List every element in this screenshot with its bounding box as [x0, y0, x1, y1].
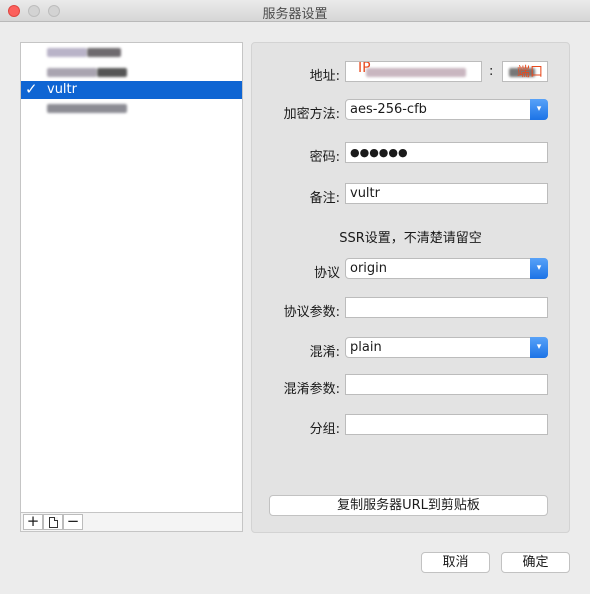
redacted-text — [87, 48, 121, 57]
encryption-value: aes-256-cfb — [350, 102, 427, 117]
redacted-text — [366, 68, 466, 77]
add-server-button[interactable] — [23, 514, 43, 530]
obfs-label: 混淆: — [309, 345, 340, 360]
server-list-item-label: vultr — [47, 82, 77, 97]
ok-button[interactable]: 确定 — [501, 552, 570, 573]
protocol-label: 协议 — [313, 266, 340, 281]
chevron-updown-icon: ▾ — [530, 99, 548, 120]
server-list-item[interactable] — [21, 63, 242, 81]
chevron-updown-icon: ▾ — [530, 337, 548, 358]
group-input[interactable] — [345, 414, 548, 435]
address-input[interactable]: IP — [345, 61, 482, 82]
encryption-label: 加密方法: — [283, 107, 340, 122]
redacted-text — [47, 104, 127, 113]
server-list-item[interactable] — [21, 99, 242, 117]
obfs-select[interactable]: plain ▾ — [345, 337, 548, 358]
plus-icon — [27, 514, 40, 530]
document-icon — [48, 516, 58, 528]
port-input[interactable]: 端口 — [502, 61, 548, 82]
title-bar: 服务器设置 — [0, 0, 590, 22]
server-list-item-selected[interactable]: ✓ vultr — [21, 80, 242, 99]
address-annotation: IP — [358, 61, 371, 76]
password-input[interactable]: ●●●●●● — [345, 142, 548, 163]
redacted-text — [97, 68, 127, 77]
server-list: ✓ vultr — [20, 42, 243, 513]
window-title: 服务器设置 — [262, 7, 328, 22]
server-list-item[interactable] — [21, 43, 242, 61]
remark-input[interactable]: vultr — [345, 183, 548, 204]
duplicate-server-button[interactable] — [43, 514, 63, 530]
copy-server-url-button[interactable]: 复制服务器URL到剪贴板 — [269, 495, 548, 516]
list-toolbar — [20, 513, 243, 532]
obfs-param-label: 混淆参数: — [283, 382, 340, 397]
port-separator: : — [489, 64, 494, 79]
protocol-param-label: 协议参数: — [283, 305, 340, 320]
redacted-text — [47, 68, 97, 77]
password-label: 密码: — [309, 150, 340, 165]
remark-label: 备注: — [309, 191, 340, 206]
cancel-button[interactable]: 取消 — [421, 552, 490, 573]
port-annotation: 端口 — [517, 65, 544, 80]
ssr-note: SSR设置，不清楚请留空 — [339, 231, 482, 246]
redacted-text — [47, 48, 87, 57]
remove-server-button[interactable] — [63, 514, 83, 530]
encryption-select[interactable]: aes-256-cfb ▾ — [345, 99, 548, 120]
group-label: 分组: — [309, 422, 340, 437]
checkmark-icon: ✓ — [25, 80, 38, 98]
protocol-select[interactable]: origin ▾ — [345, 258, 548, 279]
protocol-param-input[interactable] — [345, 297, 548, 318]
obfs-param-input[interactable] — [345, 374, 548, 395]
address-label: 地址: — [309, 69, 340, 84]
protocol-value: origin — [350, 261, 388, 276]
minus-icon — [67, 514, 80, 530]
chevron-updown-icon: ▾ — [530, 258, 548, 279]
obfs-value: plain — [350, 340, 382, 355]
